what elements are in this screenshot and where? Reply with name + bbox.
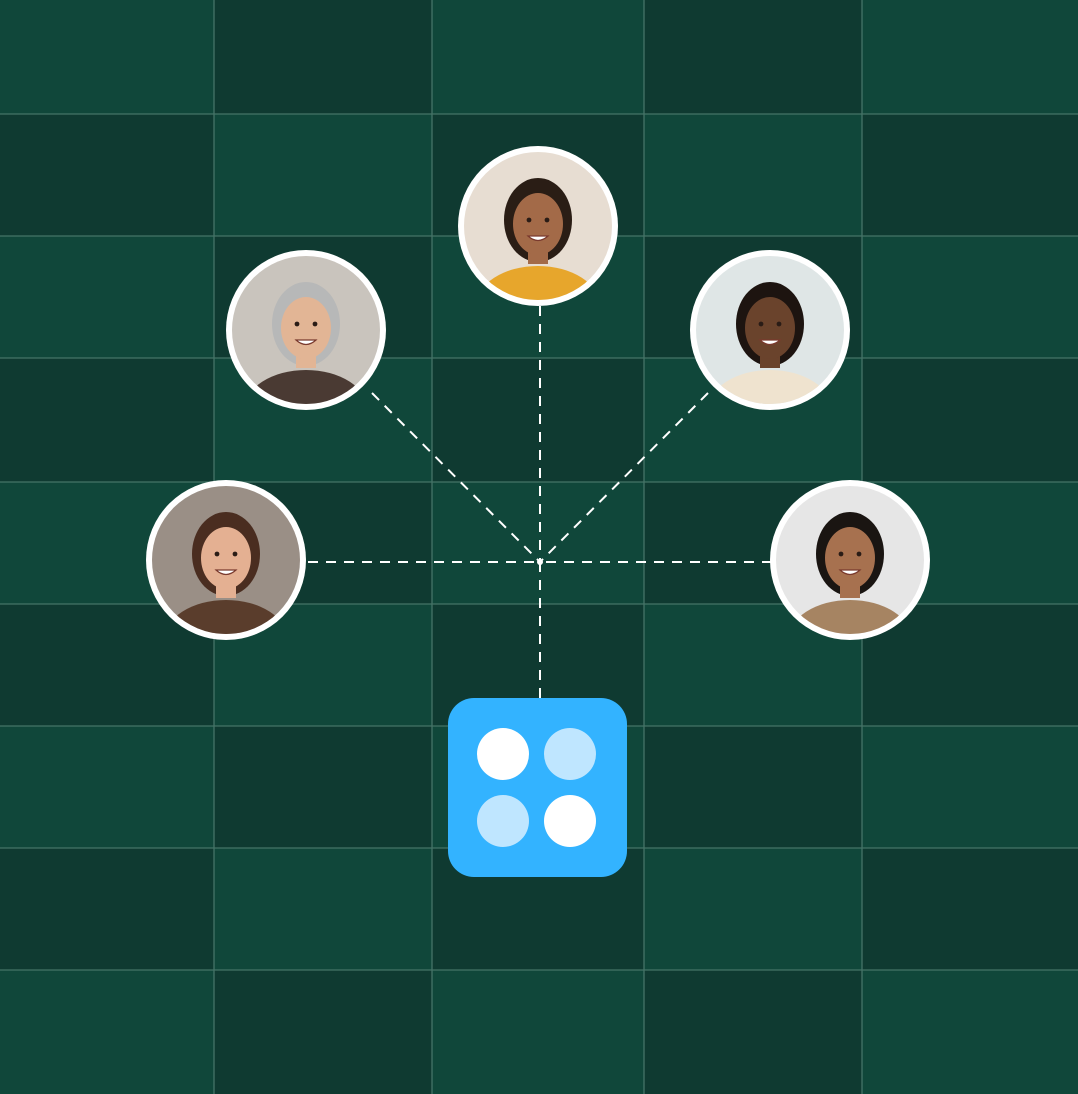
eye bbox=[232, 551, 238, 557]
hub-point bbox=[537, 559, 543, 565]
grid-cell bbox=[0, 0, 214, 114]
grid-cell bbox=[0, 358, 214, 482]
grid-cell bbox=[644, 0, 862, 114]
connection-diagram bbox=[0, 0, 1078, 1094]
grid-cell bbox=[644, 726, 862, 848]
grid-cell bbox=[862, 726, 1078, 848]
grid-cell bbox=[432, 358, 644, 482]
grid-cell bbox=[0, 970, 214, 1094]
grid-cell bbox=[214, 970, 432, 1094]
grid-cell bbox=[644, 848, 862, 970]
grid-cell bbox=[0, 848, 214, 970]
grid-cell bbox=[862, 236, 1078, 358]
eye bbox=[838, 551, 844, 557]
grid-cell bbox=[862, 114, 1078, 236]
face-shape bbox=[281, 297, 331, 359]
eye bbox=[776, 321, 782, 327]
grid-cell bbox=[0, 726, 214, 848]
face-shape bbox=[201, 527, 251, 589]
app-dot bbox=[544, 795, 596, 847]
grid-cell bbox=[432, 482, 644, 604]
eye bbox=[526, 217, 532, 223]
app-tile-background bbox=[448, 698, 627, 877]
grid-cell bbox=[432, 970, 644, 1094]
grid-cell bbox=[862, 848, 1078, 970]
grid-cell bbox=[214, 114, 432, 236]
grid-cell bbox=[644, 970, 862, 1094]
face-shape bbox=[825, 527, 875, 589]
grid-cell bbox=[862, 0, 1078, 114]
app-dot bbox=[477, 728, 529, 780]
grid-cell bbox=[862, 970, 1078, 1094]
eye bbox=[544, 217, 550, 223]
face-shape bbox=[745, 297, 795, 359]
app-dot bbox=[544, 728, 596, 780]
eye bbox=[214, 551, 220, 557]
eye bbox=[856, 551, 862, 557]
grid-cell bbox=[432, 0, 644, 114]
app-grid-icon[interactable] bbox=[448, 698, 627, 877]
grid-cell bbox=[0, 114, 214, 236]
grid-cell bbox=[214, 726, 432, 848]
grid-cell bbox=[644, 114, 862, 236]
app-dot bbox=[477, 795, 529, 847]
grid-cell bbox=[214, 0, 432, 114]
eye bbox=[758, 321, 764, 327]
eye bbox=[312, 321, 318, 327]
diagram-canvas bbox=[0, 0, 1078, 1094]
grid-cell bbox=[0, 236, 214, 358]
face-shape bbox=[513, 193, 563, 255]
grid-cell bbox=[862, 358, 1078, 482]
grid-cell bbox=[214, 848, 432, 970]
eye bbox=[294, 321, 300, 327]
